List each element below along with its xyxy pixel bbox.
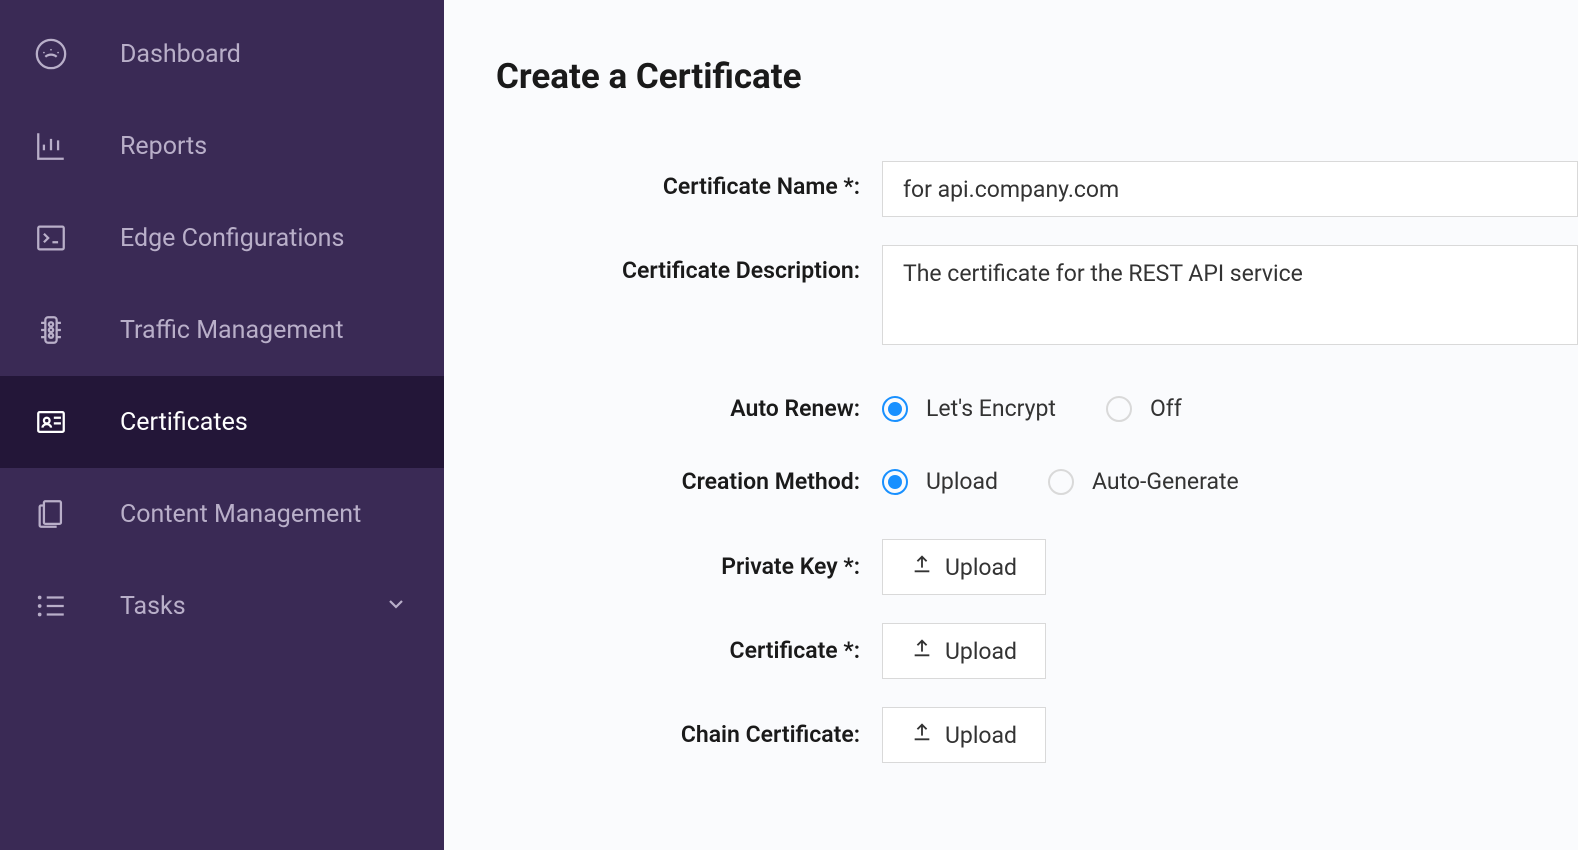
sidebar-item-traffic-management[interactable]: Traffic Management <box>0 284 444 376</box>
auto-renew-label: Auto Renew: <box>496 393 868 422</box>
private-key-label: Private Key *: <box>496 539 868 580</box>
page-title: Create a Certificate <box>496 56 1578 97</box>
dashboard-icon <box>32 35 70 73</box>
sidebar-item-content-management[interactable]: Content Management <box>0 468 444 560</box>
chain-certificate-upload-button[interactable]: Upload <box>882 707 1046 763</box>
sidebar-item-edge-configurations[interactable]: Edge Configurations <box>0 192 444 284</box>
radio-icon <box>1048 469 1074 495</box>
upload-button-label: Upload <box>945 554 1017 581</box>
radio-label: Auto-Generate <box>1092 468 1239 495</box>
certificate-row: Certificate *: Upload <box>496 623 1578 679</box>
terminal-icon <box>32 219 70 257</box>
certificate-description-row: Certificate Description: <box>496 245 1578 349</box>
sidebar-item-label: Tasks <box>120 592 384 621</box>
traffic-icon <box>32 311 70 349</box>
tasks-icon <box>32 587 70 625</box>
certificate-name-label: Certificate Name *: <box>496 161 868 200</box>
creation-method-label: Creation Method: <box>496 466 868 495</box>
creation-method-radio-group: Upload Auto-Generate <box>882 466 1578 495</box>
main-content: Create a Certificate Certificate Name *:… <box>444 0 1578 850</box>
radio-label: Upload <box>926 468 998 495</box>
creation-method-option-auto-generate[interactable]: Auto-Generate <box>1048 468 1239 495</box>
auto-renew-row: Auto Renew: Let's Encrypt Off <box>496 393 1578 422</box>
auto-renew-radio-group: Let's Encrypt Off <box>882 393 1578 422</box>
upload-icon <box>911 637 933 665</box>
upload-button-label: Upload <box>945 722 1017 749</box>
creation-method-row: Creation Method: Upload Auto-Generate <box>496 466 1578 495</box>
sidebar-item-certificates[interactable]: Certificates <box>0 376 444 468</box>
sidebar-item-label: Edge Configurations <box>120 224 444 253</box>
sidebar-item-label: Certificates <box>120 408 444 437</box>
certificate-description-label: Certificate Description: <box>496 245 868 284</box>
private-key-upload-button[interactable]: Upload <box>882 539 1046 595</box>
radio-icon <box>1106 396 1132 422</box>
radio-label: Off <box>1150 395 1182 422</box>
sidebar-item-label: Dashboard <box>120 40 444 69</box>
content-icon <box>32 495 70 533</box>
sidebar-item-tasks[interactable]: Tasks <box>0 560 444 652</box>
reports-icon <box>32 127 70 165</box>
auto-renew-option-off[interactable]: Off <box>1106 395 1182 422</box>
chevron-down-icon <box>384 592 408 620</box>
auto-renew-option-lets-encrypt[interactable]: Let's Encrypt <box>882 395 1056 422</box>
certificate-label: Certificate *: <box>496 623 868 664</box>
certificate-name-input[interactable] <box>882 161 1578 217</box>
chain-certificate-row: Chain Certificate: Upload <box>496 707 1578 763</box>
certificate-upload-button[interactable]: Upload <box>882 623 1046 679</box>
upload-button-label: Upload <box>945 638 1017 665</box>
sidebar-item-reports[interactable]: Reports <box>0 100 444 192</box>
certificate-name-row: Certificate Name *: <box>496 161 1578 217</box>
certificate-icon <box>32 403 70 441</box>
radio-label: Let's Encrypt <box>926 395 1056 422</box>
radio-icon <box>882 396 908 422</box>
sidebar-item-label: Reports <box>120 132 444 161</box>
sidebar: Dashboard Reports Edge Configurations Tr… <box>0 0 444 850</box>
creation-method-option-upload[interactable]: Upload <box>882 468 998 495</box>
chain-certificate-label: Chain Certificate: <box>496 707 868 748</box>
upload-icon <box>911 553 933 581</box>
upload-icon <box>911 721 933 749</box>
radio-icon <box>882 469 908 495</box>
sidebar-item-label: Traffic Management <box>120 316 444 345</box>
sidebar-item-dashboard[interactable]: Dashboard <box>0 8 444 100</box>
certificate-description-input[interactable] <box>882 245 1578 345</box>
sidebar-item-label: Content Management <box>120 500 444 529</box>
private-key-row: Private Key *: Upload <box>496 539 1578 595</box>
